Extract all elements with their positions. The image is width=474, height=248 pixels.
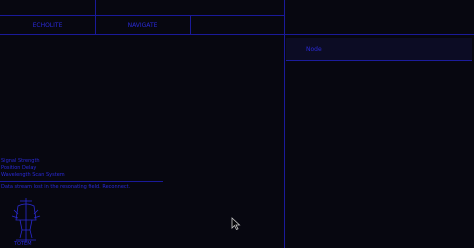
toolbar-mid-divider — [190, 16, 191, 34]
info-line-wavelength: Wavelength Scan System — [1, 172, 65, 178]
mouse-cursor-icon — [231, 217, 241, 231]
echolite-button[interactable]: ECHOLITE — [15, 22, 80, 29]
top-right-vertical-divider — [284, 0, 285, 248]
totem-figure-icon — [11, 198, 41, 242]
info-divider — [0, 181, 163, 182]
info-line-signal: Signal Strength — [1, 158, 40, 164]
toolbar-bottom-divider — [0, 34, 474, 35]
figure-label: TOTEM — [14, 241, 32, 247]
navigate-button[interactable]: NAVIGATE — [110, 22, 175, 29]
side-panel-header: Node — [286, 38, 472, 61]
warning-text: Data stream lost in the resonating field… — [1, 184, 131, 190]
info-line-position: Position Delay — [1, 165, 37, 171]
side-panel-header-label: Node — [306, 46, 322, 53]
top-divider-left — [0, 15, 284, 16]
top-vertical-divider — [95, 0, 96, 35]
